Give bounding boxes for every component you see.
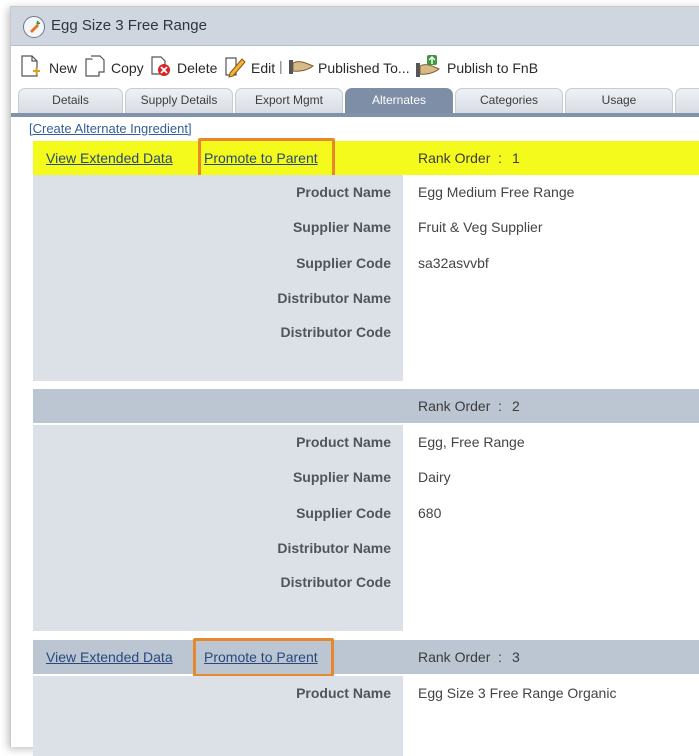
- published-hand-icon: [288, 54, 314, 83]
- rank-order-value: 2: [512, 398, 520, 414]
- tab-supply-details[interactable]: Supply Details: [125, 88, 233, 113]
- publish-to-fnb-label: Publish to FnB: [447, 60, 539, 76]
- rank-bar-1: View Extended Data Promote to Parent Ran…: [33, 141, 699, 175]
- product-name-label: Product Name: [296, 184, 391, 200]
- new-label: New: [49, 60, 78, 76]
- supplier-name-label: Supplier Name: [292, 469, 391, 485]
- rank-order-label: Rank Order: [418, 398, 491, 414]
- label-column: [33, 175, 403, 381]
- published-to-label: Published To...: [318, 60, 410, 76]
- distributor-code-label: Distributor Code: [280, 324, 391, 340]
- tab-export-mgmt[interactable]: Export Mgmt: [235, 88, 343, 113]
- published-to-button[interactable]: Published To...: [288, 54, 413, 78]
- alternate-details-3: Product Name Egg Size 3 Free Range Organ…: [33, 676, 699, 756]
- copy-label: Copy: [111, 60, 144, 76]
- carrot-icon: [23, 16, 45, 38]
- alternate-details-2: Product Name Egg, Free Range Supplier Na…: [33, 425, 699, 631]
- new-document-icon: [19, 54, 41, 83]
- product-name-label: Product Name: [296, 685, 391, 701]
- delete-button[interactable]: Delete: [150, 54, 222, 78]
- view-extended-data-link[interactable]: View Extended Data: [46, 649, 173, 665]
- distributor-name-label: Distributor Name: [277, 290, 391, 306]
- supplier-name-value: Dairy: [418, 469, 451, 485]
- create-alternate-link[interactable]: [Create Alternate Ingredient]: [29, 121, 192, 136]
- copy-icon: [84, 54, 106, 83]
- title-bar: Egg Size 3 Free Range: [11, 7, 699, 46]
- delete-label: Delete: [177, 60, 218, 76]
- rank-order-value: 1: [512, 150, 520, 166]
- promote-callout-highlight: [198, 138, 335, 178]
- product-name-value: Egg, Free Range: [418, 434, 525, 450]
- edit-label: Edit: [251, 60, 276, 76]
- supplier-code-value: sa32asvvbf: [418, 255, 489, 271]
- tab-strip: Details Supply Details Export Mgmt Alter…: [11, 87, 699, 117]
- rank-bar-2: Rank Order : 2: [33, 389, 699, 423]
- rank-order-label: Rank Order: [418, 649, 491, 665]
- publish-to-fnb-button[interactable]: Publish to FnB: [415, 54, 545, 78]
- view-extended-data-link[interactable]: View Extended Data: [46, 150, 173, 166]
- rank-order-value: 3: [512, 649, 520, 665]
- distributor-name-label: Distributor Name: [277, 540, 391, 556]
- rank-order-colon: :: [498, 649, 502, 665]
- rank-bar-3: View Extended Data Promote to Parent Ran…: [33, 640, 699, 674]
- supplier-code-label: Supplier Code: [296, 255, 391, 271]
- tab-overflow[interactable]: [675, 88, 699, 113]
- tab-usage[interactable]: Usage: [565, 88, 673, 113]
- distributor-code-label: Distributor Code: [280, 574, 391, 590]
- rank-order-colon: :: [498, 150, 502, 166]
- product-name-value: Egg Size 3 Free Range Organic: [418, 685, 617, 701]
- new-button[interactable]: New: [19, 54, 81, 78]
- edit-pencil-icon: [224, 54, 246, 83]
- copy-button[interactable]: Copy: [84, 54, 148, 78]
- label-column: [33, 425, 403, 631]
- edit-button[interactable]: Edit: [224, 54, 280, 78]
- supplier-name-label: Supplier Name: [292, 219, 391, 235]
- toolbar-separator: |: [279, 58, 283, 74]
- promote-callout-highlight: [193, 638, 334, 677]
- rank-order-colon: :: [498, 398, 502, 414]
- ingredient-window: Egg Size 3 Free Range New Copy Delete Ed…: [10, 6, 699, 756]
- publish-fnb-icon: [415, 54, 441, 83]
- supplier-code-value: 680: [418, 505, 442, 521]
- product-name-label: Product Name: [296, 434, 391, 450]
- alternate-details-1: Product Name Egg Medium Free Range Suppl…: [33, 175, 699, 381]
- tab-categories[interactable]: Categories: [455, 88, 563, 113]
- delete-icon: [150, 54, 172, 83]
- tab-details[interactable]: Details: [18, 88, 123, 113]
- rank-order-label: Rank Order: [418, 150, 491, 166]
- tab-alternates[interactable]: Alternates: [345, 88, 453, 113]
- supplier-name-value: Fruit & Veg Supplier: [418, 219, 543, 235]
- toolbar: New Copy Delete Edit | Published To... P…: [11, 46, 699, 86]
- product-name-value: Egg Medium Free Range: [418, 184, 575, 200]
- window-title: Egg Size 3 Free Range: [51, 17, 207, 34]
- supplier-code-label: Supplier Code: [296, 505, 391, 521]
